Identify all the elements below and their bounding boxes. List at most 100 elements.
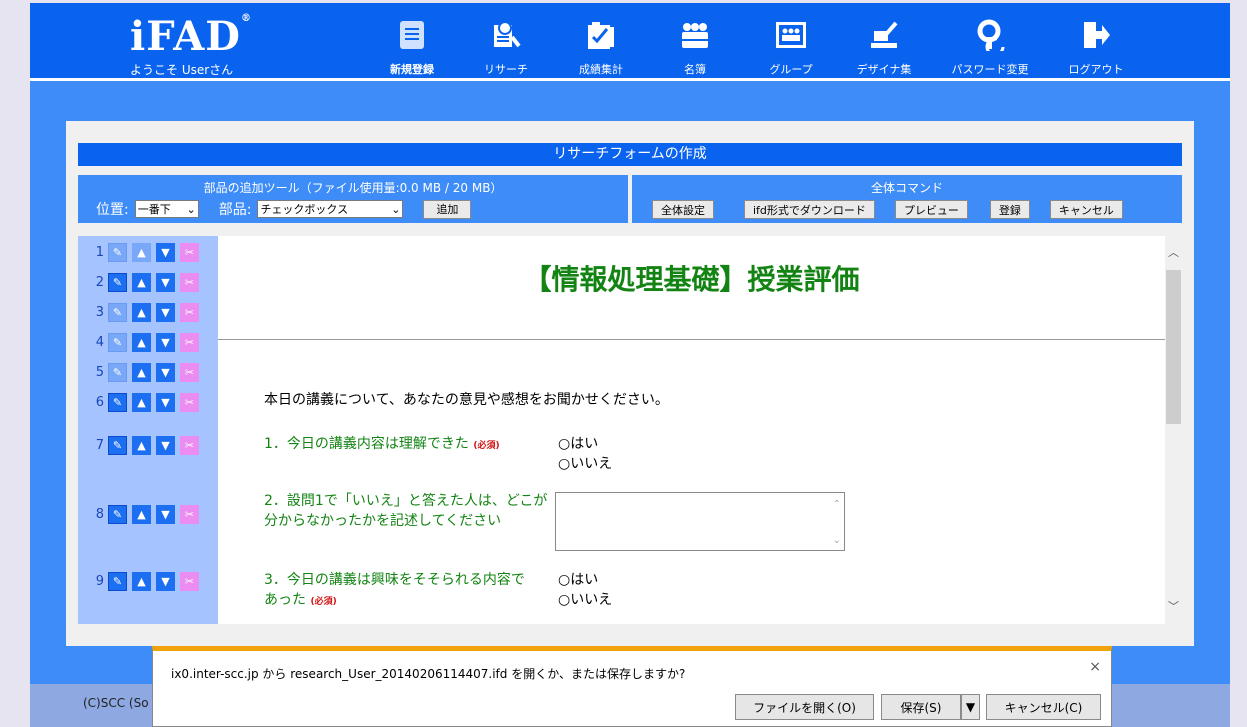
- cancel-download-button[interactable]: キャンセル(C): [986, 694, 1101, 720]
- add-button[interactable]: 追加: [423, 199, 472, 219]
- move-up-icon[interactable]: ▲: [132, 332, 151, 352]
- logo[interactable]: iFAD®: [130, 13, 252, 60]
- delete-icon[interactable]: ✂: [180, 242, 199, 262]
- delete-icon[interactable]: ✂: [180, 332, 199, 352]
- delete-icon[interactable]: ✂: [180, 435, 199, 455]
- move-up-icon[interactable]: ▲: [132, 504, 151, 524]
- save-button[interactable]: 保存(S): [881, 694, 961, 720]
- delete-icon[interactable]: ✂: [180, 392, 199, 412]
- scroll-down-icon[interactable]: ﹀: [1168, 598, 1179, 614]
- part-row: 4 ✎ ▲ ▼ ✂: [78, 332, 218, 352]
- nav-roster[interactable]: 名簿: [647, 17, 743, 77]
- delete-icon[interactable]: ✂: [180, 571, 199, 591]
- move-up-icon[interactable]: ▲: [132, 435, 151, 455]
- edit-icon[interactable]: ✎: [108, 392, 127, 412]
- move-up-icon[interactable]: ▲: [132, 571, 151, 591]
- edit-icon[interactable]: ✎: [108, 504, 127, 524]
- required-mark: (必須): [473, 441, 500, 451]
- divider: [218, 339, 1165, 340]
- move-up-icon[interactable]: ▲: [132, 302, 151, 322]
- move-down-icon[interactable]: ▼: [156, 302, 175, 322]
- chevron-down-icon: ⌄: [186, 202, 196, 216]
- cancel-button[interactable]: キャンセル: [1049, 200, 1123, 219]
- global-commands-toolbar: 全体コマンド 全体設定 ifd形式でダウンロード プレビュー 登録 キャンセル: [632, 175, 1182, 223]
- nav-password[interactable]: パスワード変更: [942, 17, 1038, 77]
- nav-label: ログアウト: [1068, 63, 1124, 76]
- nav-research[interactable]: リサーチ: [458, 17, 554, 77]
- part-row: 2 ✎ ▲ ▼ ✂: [78, 272, 218, 292]
- row-number: 9: [95, 573, 104, 589]
- edit-icon[interactable]: ✎: [108, 302, 127, 322]
- delete-icon[interactable]: ✂: [180, 504, 199, 524]
- question-3: 3．今日の講義は興味をそそられる内容で あった (必須): [264, 570, 525, 612]
- move-down-icon[interactable]: ▼: [156, 332, 175, 352]
- move-up-icon[interactable]: ▲: [132, 392, 151, 412]
- part-select[interactable]: チェックボックス ⌄: [257, 200, 404, 218]
- edit-icon[interactable]: ✎: [108, 435, 127, 455]
- download-ifd-button[interactable]: ifd形式でダウンロード: [744, 200, 875, 219]
- scroll-down-icon: ⌄: [832, 535, 841, 546]
- save-dropdown-button[interactable]: ▼: [961, 694, 980, 720]
- radio-no[interactable]: ○いいえ: [558, 590, 612, 610]
- row-number: 5: [95, 364, 104, 380]
- delete-icon[interactable]: ✂: [180, 302, 199, 322]
- group-icon: [774, 17, 808, 53]
- question-text: 分からなかったかを記述してください: [264, 513, 502, 529]
- move-down-icon[interactable]: ▼: [156, 392, 175, 412]
- part-row: 9 ✎ ▲ ▼ ✂: [78, 571, 218, 591]
- chevron-down-icon: ▼: [965, 700, 976, 714]
- radio-yes[interactable]: ○はい: [558, 570, 612, 590]
- move-down-icon[interactable]: ▼: [156, 242, 175, 262]
- nav-label: 成績集計: [579, 63, 623, 76]
- nav-new-registration[interactable]: 新規登録: [364, 17, 460, 77]
- edit-icon[interactable]: ✎: [108, 571, 127, 591]
- nav-grades[interactable]: 成績集計: [553, 17, 649, 77]
- close-icon[interactable]: ×: [1089, 659, 1101, 675]
- move-down-icon[interactable]: ▼: [156, 504, 175, 524]
- delete-icon[interactable]: ✂: [180, 272, 199, 292]
- nav-label: 名簿: [684, 63, 706, 76]
- position-select[interactable]: 一番下 ⌄: [134, 200, 199, 218]
- question-1: 1．今日の講義内容は理解できた (必須): [264, 434, 500, 456]
- move-up-icon[interactable]: ▲: [132, 242, 151, 262]
- global-settings-button[interactable]: 全体設定: [652, 200, 714, 219]
- question-text: 3．今日の講義は興味をそそられる内容で: [264, 572, 525, 588]
- move-down-icon[interactable]: ▼: [156, 362, 175, 382]
- form-heading: 【情報処理基礎】授業評価: [523, 263, 860, 296]
- part-value: チェックボックス: [260, 203, 349, 216]
- form-preview: 【情報処理基礎】授業評価 本日の講義について、あなたの意見や感想をお聞かせくださ…: [218, 236, 1165, 624]
- move-down-icon[interactable]: ▼: [156, 272, 175, 292]
- position-value: 一番下: [137, 203, 171, 216]
- scroll-up-icon[interactable]: ︿: [1168, 244, 1179, 260]
- edit-icon[interactable]: ✎: [108, 362, 127, 382]
- nav-label: グループ: [769, 63, 813, 76]
- copyright: (C)SCC (So: [83, 696, 149, 710]
- nav-logout[interactable]: ログアウト: [1048, 17, 1144, 77]
- vertical-scrollbar[interactable]: ︿ ﹀: [1165, 236, 1182, 624]
- add-parts-title: 部品の追加ツール（ファイル使用量:0.0 MB / 20 MB）: [203, 181, 503, 195]
- radio-no[interactable]: ○いいえ: [558, 454, 612, 474]
- edit-icon[interactable]: ✎: [108, 332, 127, 352]
- part-row: 7 ✎ ▲ ▼ ✂: [78, 435, 218, 455]
- download-notification: ix0.inter-scc.jp から research_User_201402…: [152, 646, 1112, 727]
- edit-icon[interactable]: ✎: [108, 272, 127, 292]
- move-down-icon[interactable]: ▼: [156, 571, 175, 591]
- register-button[interactable]: 登録: [989, 200, 1030, 219]
- row-number: 2: [95, 274, 104, 290]
- nav-group[interactable]: グループ: [743, 17, 839, 77]
- edit-icon[interactable]: ✎: [108, 242, 127, 262]
- nav-designer[interactable]: デザイナ集: [836, 17, 932, 77]
- question-3-options: ○はい ○いいえ: [558, 570, 612, 610]
- move-up-icon[interactable]: ▲: [132, 362, 151, 382]
- scrollbar-thumb[interactable]: [1166, 270, 1181, 424]
- move-up-icon[interactable]: ▲: [132, 272, 151, 292]
- move-down-icon[interactable]: ▼: [156, 435, 175, 455]
- add-parts-toolbar: 部品の追加ツール（ファイル使用量:0.0 MB / 20 MB） 位置: 一番下…: [78, 175, 628, 223]
- radio-yes[interactable]: ○はい: [558, 434, 612, 454]
- welcome-text: ようこそ Userさん: [130, 63, 234, 77]
- open-file-button[interactable]: ファイルを開く(O): [735, 694, 874, 720]
- delete-icon[interactable]: ✂: [180, 362, 199, 382]
- answer-textarea[interactable]: ⌃ ⌄: [555, 492, 845, 551]
- preview-button[interactable]: プレビュー: [894, 200, 968, 219]
- nav-label: パスワード変更: [951, 63, 1029, 76]
